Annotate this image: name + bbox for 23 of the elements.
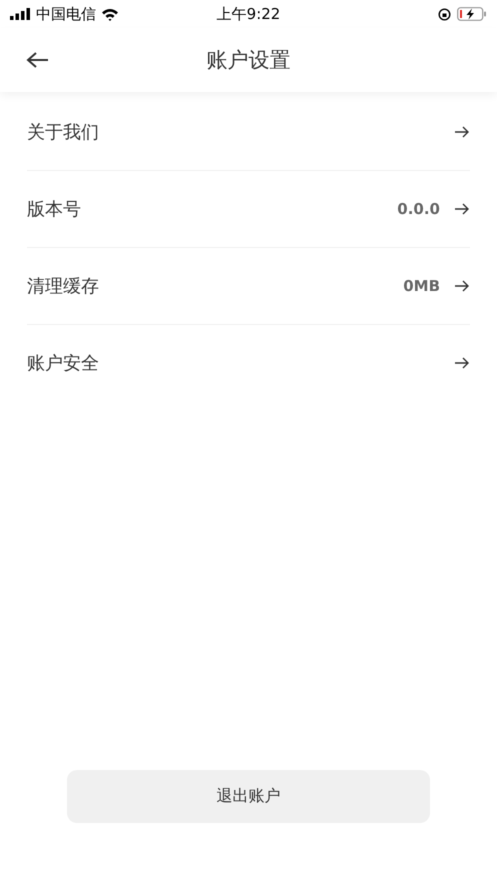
wifi-icon <box>101 8 119 20</box>
row-value: 0.0.0 <box>397 200 440 218</box>
carrier-name: 中国电信 <box>36 4 96 24</box>
page-title: 账户设置 <box>206 47 290 74</box>
arrow-icon <box>454 125 470 139</box>
settings-row[interactable]: 关于我们 <box>27 94 470 171</box>
row-label: 版本号 <box>27 198 82 221</box>
logout-button[interactable]: 退出账户 <box>67 770 430 823</box>
settings-row[interactable]: 清理缓存 0MB <box>27 248 470 325</box>
back-arrow-icon <box>26 51 50 69</box>
arrow-icon <box>454 202 470 216</box>
rotation-lock-icon <box>438 8 451 20</box>
row-label: 账户安全 <box>27 352 100 375</box>
status-time: 上午9:22 <box>216 4 280 24</box>
arrow-icon <box>454 356 470 370</box>
settings-row[interactable]: 账户安全 <box>27 325 470 401</box>
battery-icon <box>457 7 487 21</box>
arrow-icon <box>454 279 470 293</box>
signal-icon <box>10 8 31 20</box>
row-value: 0MB <box>403 277 440 295</box>
settings-row[interactable]: 版本号 0.0.0 <box>27 171 470 248</box>
row-label: 清理缓存 <box>27 275 100 298</box>
row-label: 关于我们 <box>27 121 100 144</box>
